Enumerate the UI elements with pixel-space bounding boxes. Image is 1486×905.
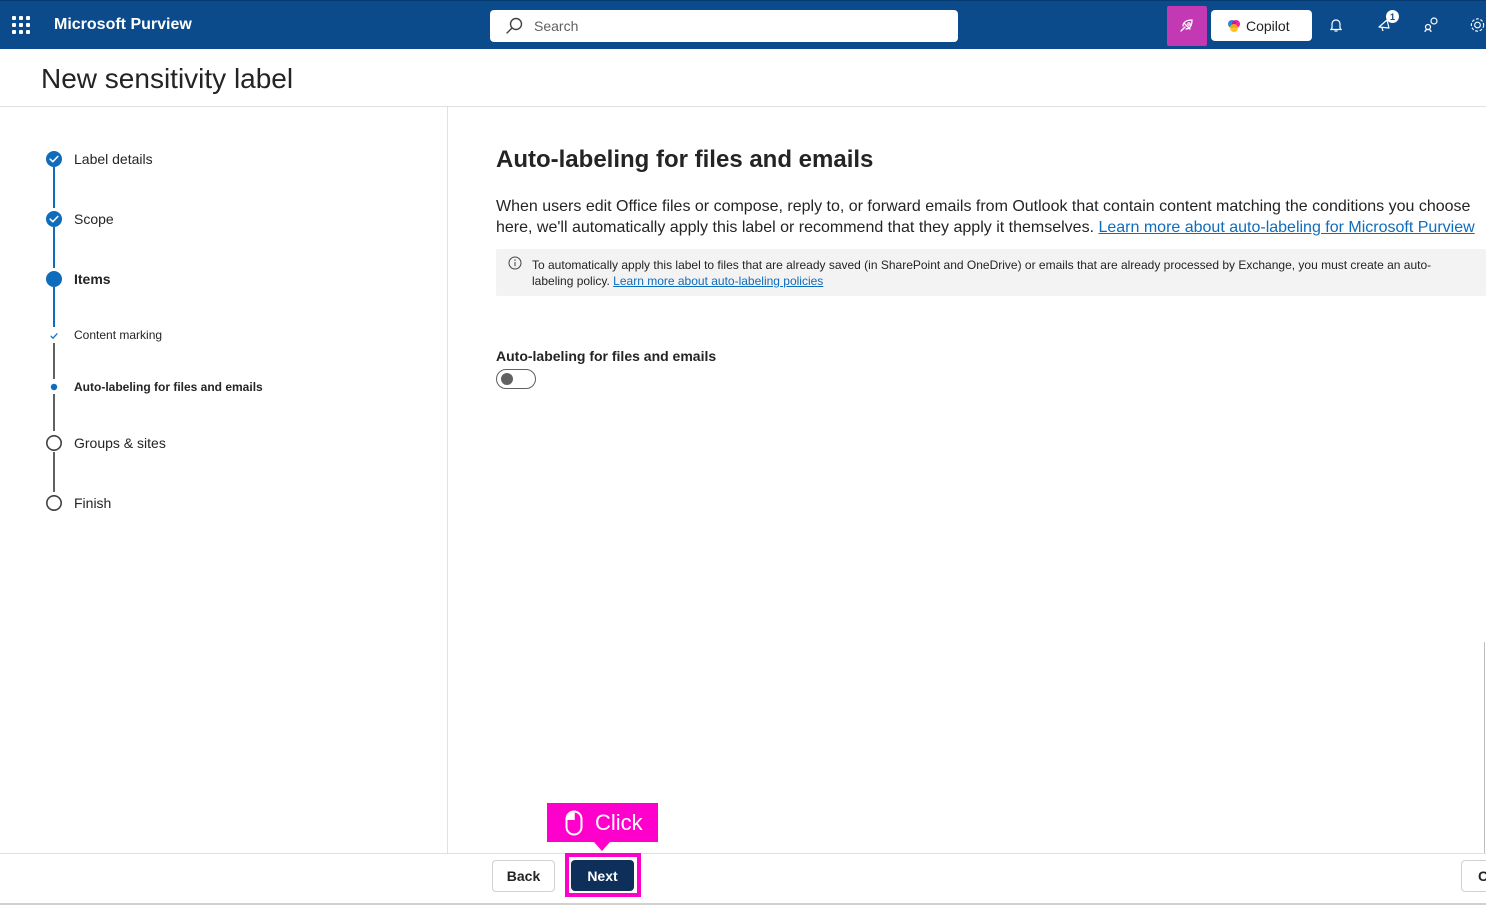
notification-badge: 1	[1386, 10, 1399, 23]
step-label-details[interactable]: Label details	[74, 151, 153, 167]
step-connector	[53, 167, 55, 208]
section-description: When users edit Office files or compose,…	[496, 196, 1486, 238]
gear-icon[interactable]	[1469, 14, 1486, 36]
top-bar: Microsoft Purview Copilot 1	[0, 0, 1486, 49]
step-label-finish[interactable]: Finish	[74, 495, 111, 511]
back-button[interactable]: Back	[492, 860, 555, 892]
footer-divider	[0, 853, 1486, 854]
click-callout-arrow	[594, 842, 610, 851]
step-connector	[53, 394, 55, 431]
step-connector	[53, 452, 55, 492]
step-connector	[53, 227, 55, 268]
learn-more-auto-labeling-link[interactable]: Learn more about auto-labeling for Micro…	[1098, 219, 1474, 236]
step-label-content-marking[interactable]: Content marking	[74, 328, 162, 342]
pending-step-icon	[46, 495, 62, 511]
step-connector	[53, 343, 55, 379]
auto-labeling-toggle-label: Auto-labeling for files and emails	[496, 348, 717, 364]
app-name[interactable]: Microsoft Purview	[54, 16, 192, 34]
current-step-icon	[46, 271, 62, 287]
feedback-button[interactable]	[1167, 6, 1207, 46]
learn-more-policies-link[interactable]: Learn more about auto-labeling policies	[613, 274, 823, 288]
people-settings-icon[interactable]	[1421, 14, 1443, 36]
bell-icon[interactable]	[1325, 14, 1347, 36]
click-callout: Click	[547, 803, 658, 842]
search-icon	[506, 17, 523, 34]
copilot-icon	[1228, 19, 1240, 32]
info-message-text: To automatically apply this label to fil…	[532, 257, 1472, 289]
step-label-auto-labeling[interactable]: Auto-labeling for files and emails	[74, 380, 263, 394]
toggle-knob	[501, 373, 513, 385]
info-message-bar: To automatically apply this label to fil…	[496, 249, 1486, 296]
step-label-groups-sites[interactable]: Groups & sites	[74, 435, 166, 451]
cancel-button[interactable]: C	[1461, 860, 1486, 892]
next-button[interactable]: Next	[571, 860, 634, 891]
app-launcher-icon[interactable]	[12, 16, 30, 34]
page-title: New sensitivity label	[41, 63, 294, 94]
step-label-scope[interactable]: Scope	[74, 211, 114, 227]
copilot-label: Copilot	[1246, 17, 1290, 34]
scrollbar-edge	[1484, 642, 1485, 853]
completed-check-icon	[46, 211, 62, 227]
completed-check-icon	[46, 151, 62, 167]
click-label: Click	[595, 809, 643, 835]
substep-check-icon	[50, 333, 58, 340]
header-divider	[0, 106, 1486, 107]
substep-current-dot-icon	[50, 383, 58, 391]
step-connector	[53, 287, 55, 327]
search-input[interactable]	[534, 10, 934, 42]
mouse-icon	[565, 810, 583, 835]
search-box[interactable]	[490, 10, 958, 42]
panel-divider	[447, 107, 448, 853]
section-title: Auto-labeling for files and emails	[496, 146, 874, 173]
feedback-icon	[1180, 19, 1193, 32]
pending-step-icon	[46, 435, 62, 451]
auto-labeling-toggle[interactable]	[496, 369, 536, 389]
step-label-items[interactable]: Items	[74, 271, 111, 287]
copilot-button[interactable]: Copilot	[1211, 10, 1312, 41]
info-icon	[508, 256, 522, 270]
